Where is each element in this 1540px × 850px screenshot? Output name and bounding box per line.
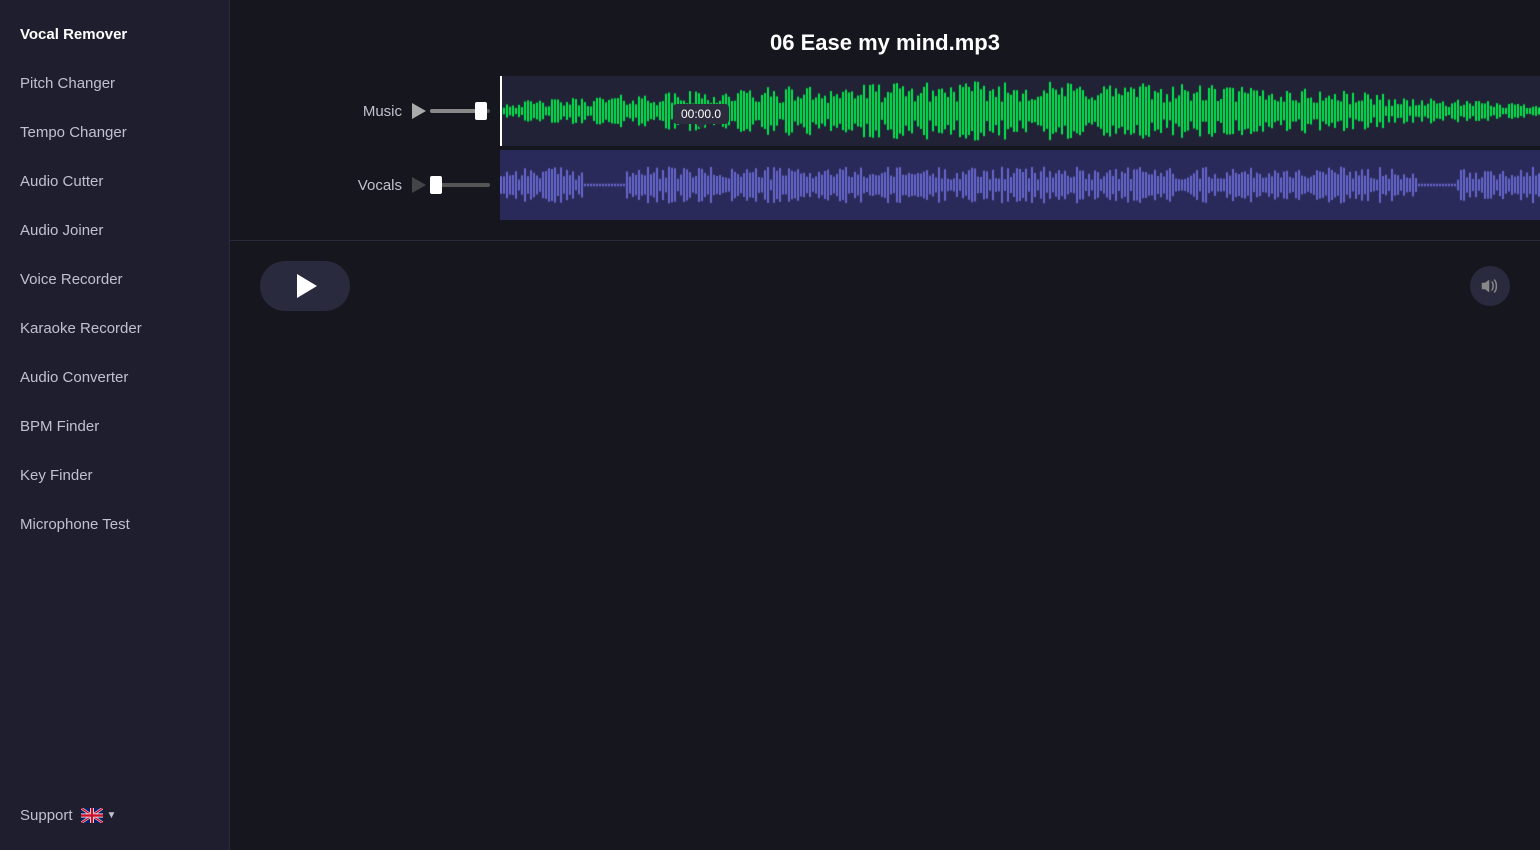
- vocals-track-row: Vocals: [230, 150, 1540, 220]
- sidebar-item-bpm-finder[interactable]: BPM Finder: [0, 402, 229, 451]
- music-track-label: Music: [230, 103, 500, 120]
- music-volume-fill: [430, 109, 481, 113]
- vocals-volume-slider[interactable]: [430, 183, 490, 187]
- music-waveform: [500, 76, 1540, 146]
- sidebar-item-vocal-remover[interactable]: Vocal Remover: [0, 10, 229, 59]
- vocals-waveform-container: [500, 150, 1540, 220]
- vocals-volume-control[interactable]: [412, 177, 490, 193]
- vocals-waveform: [500, 150, 1540, 220]
- language-selector[interactable]: ▼: [81, 808, 117, 823]
- sidebar-item-voice-recorder[interactable]: Voice Recorder: [0, 255, 229, 304]
- sidebar-item-key-finder[interactable]: Key Finder: [0, 451, 229, 500]
- sidebar-item-microphone-test[interactable]: Microphone Test: [0, 500, 229, 549]
- play-button[interactable]: [260, 261, 350, 311]
- transport-controls: [230, 261, 1540, 341]
- flag-uk-icon: [81, 808, 103, 823]
- vocals-volume-thumb[interactable]: [430, 176, 442, 194]
- music-volume-control[interactable]: [412, 103, 490, 119]
- sidebar-item-audio-joiner[interactable]: Audio Joiner: [0, 206, 229, 255]
- sidebar-support[interactable]: Support ▼: [0, 791, 229, 840]
- sidebar-item-karaoke-recorder[interactable]: Karaoke Recorder: [0, 304, 229, 353]
- music-track-name: Music: [363, 103, 402, 120]
- speaker-icon: [412, 103, 426, 119]
- sidebar-item-tempo-changer[interactable]: Tempo Changer: [0, 108, 229, 157]
- music-track-row: Music: [230, 76, 1540, 146]
- music-volume-slider[interactable]: [430, 109, 490, 113]
- play-icon: [297, 274, 317, 298]
- sidebar-item-audio-converter[interactable]: Audio Converter: [0, 353, 229, 402]
- track-title: 06 Ease my mind.mp3: [230, 0, 1540, 76]
- volume-button[interactable]: [1470, 266, 1510, 306]
- music-waveform-container: [500, 76, 1540, 146]
- volume-icon: [1481, 278, 1499, 294]
- sidebar-item-pitch-changer[interactable]: Pitch Changer: [0, 59, 229, 108]
- support-label: Support: [20, 807, 73, 824]
- timestamp-bubble: 00:00.0: [673, 104, 729, 124]
- chevron-down-icon: ▼: [107, 810, 117, 821]
- main-content: 06 Ease my mind.mp3 00:00.0 Music: [230, 0, 1540, 850]
- sidebar: Vocal Remover Pitch Changer Tempo Change…: [0, 0, 230, 850]
- vocals-track-name: Vocals: [358, 177, 402, 194]
- separator: [230, 240, 1540, 241]
- vocals-track-label: Vocals: [230, 177, 500, 194]
- speaker-icon-vocals: [412, 177, 426, 193]
- timeline-area: 00:00.0 Music Vo: [230, 76, 1540, 850]
- right-controls: [1470, 266, 1510, 306]
- sidebar-item-audio-cutter[interactable]: Audio Cutter: [0, 157, 229, 206]
- music-volume-thumb[interactable]: [475, 102, 487, 120]
- playhead-line: [500, 76, 502, 146]
